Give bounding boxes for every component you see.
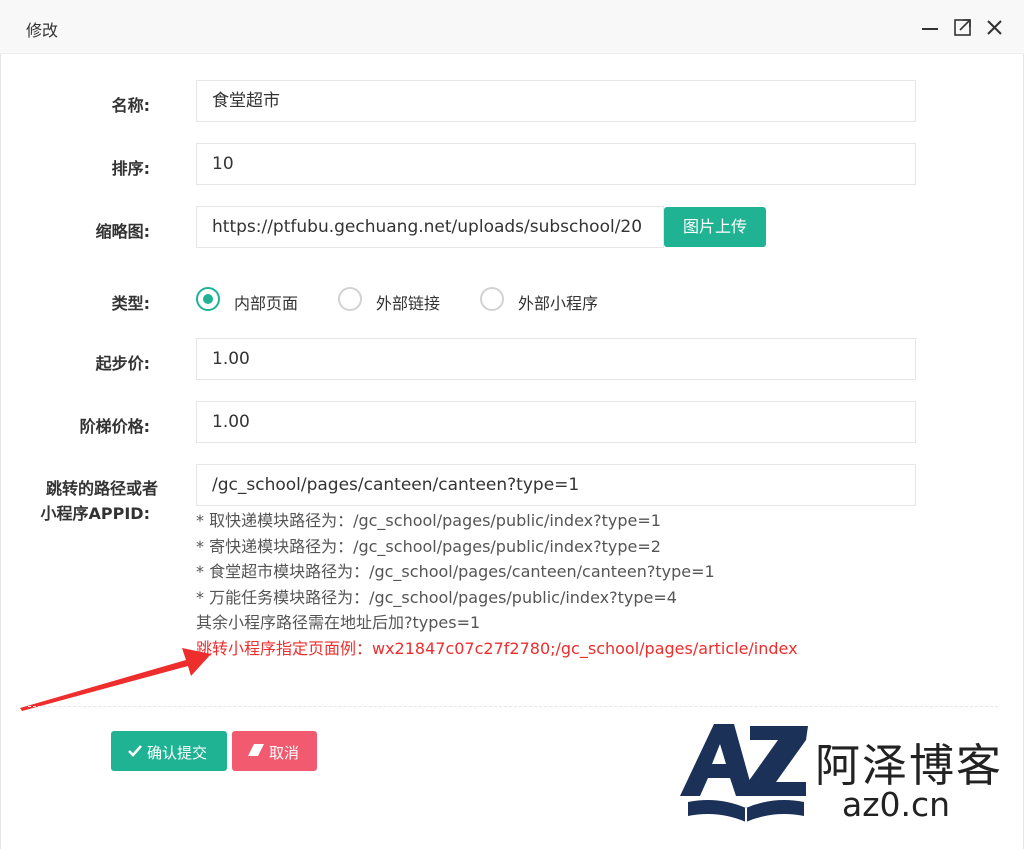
check-icon xyxy=(127,743,143,763)
footer-divider xyxy=(28,706,998,707)
watermark-en: az0.cn xyxy=(842,785,951,824)
submit-label: 确认提交 xyxy=(147,744,208,762)
submit-button[interactable]: 确认提交 xyxy=(111,731,227,771)
eraser-icon xyxy=(247,743,265,763)
cancel-label: 取消 xyxy=(269,744,300,762)
az-logo xyxy=(680,724,808,822)
cancel-button[interactable]: 取消 xyxy=(232,731,317,771)
annotation-arrow xyxy=(20,648,211,711)
